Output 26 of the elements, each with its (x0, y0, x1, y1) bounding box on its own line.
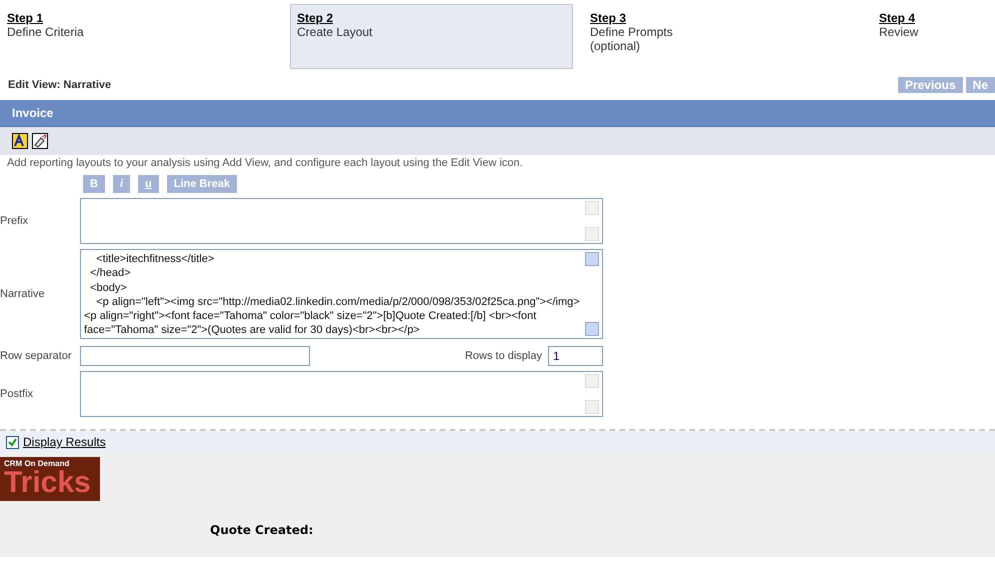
scrollbar[interactable] (584, 199, 602, 243)
field-label: Row separator (0, 350, 73, 362)
panel-title: Invoice (0, 100, 995, 127)
logo: CRM On Demand Tricks (0, 457, 100, 501)
edit-text-icon[interactable] (12, 133, 28, 149)
edit-view-title: Edit View: Narrative (8, 79, 112, 91)
checkbox[interactable] (6, 436, 19, 448)
preview-heading: Quote Created: (210, 523, 314, 537)
scrollbar[interactable] (584, 372, 602, 416)
display-results-link[interactable]: Display Results (23, 435, 106, 449)
step-tab[interactable]: Step 3 Define Prompts (optional) (583, 4, 872, 69)
postfix-field[interactable] (80, 371, 603, 417)
step-tab[interactable]: Step 1 Define Criteria (0, 4, 290, 69)
step-tab[interactable]: Step 4 Review (872, 4, 995, 69)
prefix-field[interactable] (80, 198, 603, 244)
rows-to-display-field[interactable]: 1 (548, 346, 603, 366)
brush-icon[interactable] (32, 133, 48, 149)
field-label: Rows to display (464, 350, 543, 362)
field-label: Prefix (0, 215, 30, 227)
narrative-field[interactable]: <title>itechfitness</title> </head> <body> <p align="left"><img src="http://media02.linkedin.com/media/p/2/000/098/353/02f25ca.png"></img> <p align="right"><font face="Tahoma" color="black" size="2">[b]Quote Created:[/b] <br><font face="Tahoma" size="2">(Quotes are valid for 30 days)<br><br></p> (80, 249, 603, 339)
field-label: Narrative (0, 288, 46, 300)
field-label: Postfix (0, 388, 34, 400)
scrollbar[interactable] (584, 250, 602, 338)
row-separator-field[interactable] (80, 346, 310, 366)
step-tab[interactable]: Step 2 Create Layout (290, 4, 573, 69)
hint-text: Add reporting layouts to your analysis using Add View, and configure each layout using the Edit View icon. (6, 156, 524, 171)
